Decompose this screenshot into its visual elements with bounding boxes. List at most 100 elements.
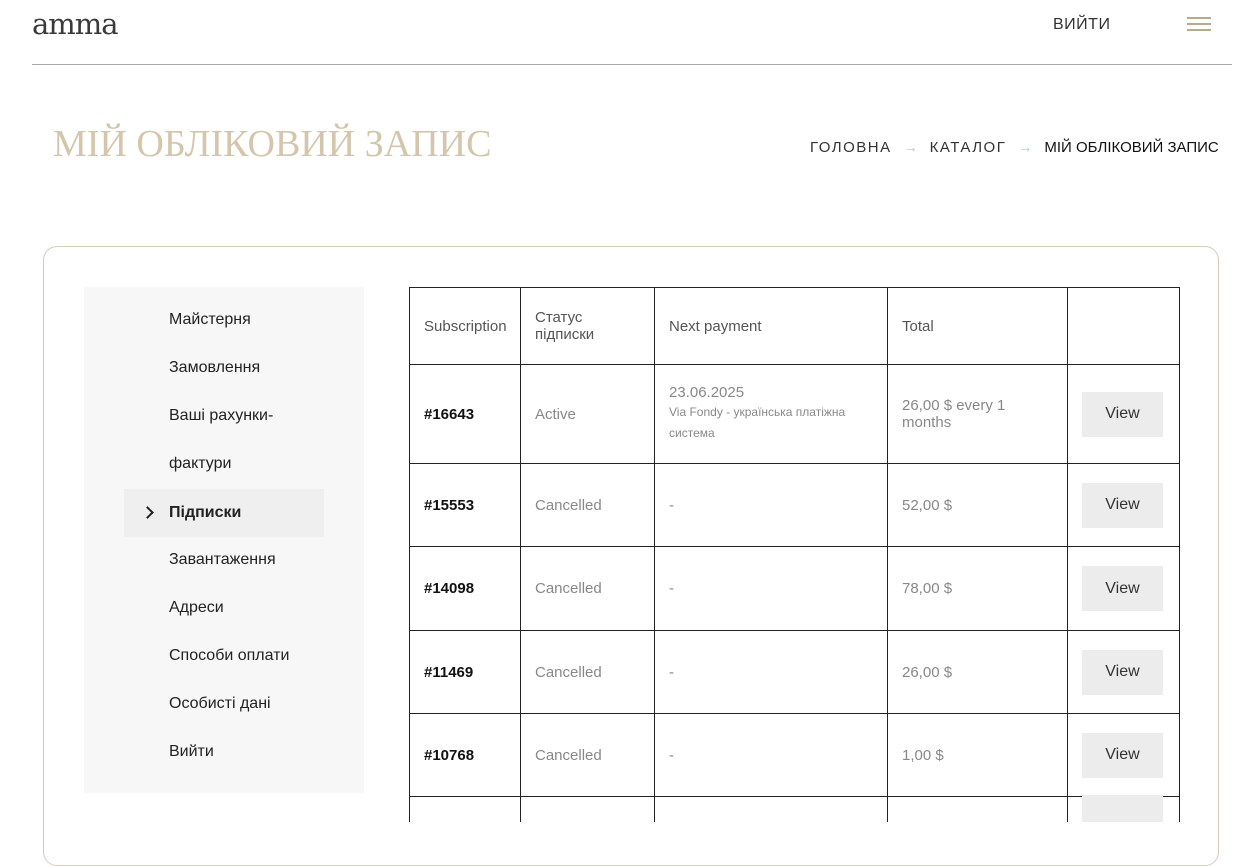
- table-cell-subscription: #11469: [409, 631, 521, 714]
- subscription-total: 26,00 $: [902, 663, 953, 681]
- sidebar-item-label: Ваші рахунки-: [169, 407, 274, 424]
- sidebar-item-label: Майстерня: [169, 311, 251, 328]
- table-header-subscription: Subscription: [409, 287, 521, 365]
- table-header-label: Subscription: [424, 317, 507, 335]
- next-payment-date: -: [669, 663, 674, 681]
- next-payment-date: -: [669, 496, 674, 514]
- subscription-id[interactable]: #10768: [424, 747, 506, 764]
- table-header-next-payment: Next payment: [655, 287, 888, 365]
- subscription-status: Active: [535, 405, 576, 423]
- menu-icon[interactable]: [1187, 16, 1211, 34]
- table-cell-subscription: #14098: [409, 547, 521, 631]
- account-sidebar: Майстерня Замовлення Ваші рахунки- факту…: [84, 287, 364, 793]
- table-cell-next-payment: -: [655, 631, 888, 714]
- view-button[interactable]: View: [1082, 566, 1163, 611]
- subscription-id[interactable]: #15553: [424, 497, 506, 514]
- table-cell-actions: View: [1068, 714, 1180, 797]
- table-cell-next-payment: [655, 797, 888, 822]
- sidebar-item-orders[interactable]: Замовлення: [124, 344, 324, 392]
- table-cell-total: 1,00 $: [888, 714, 1068, 797]
- site-header: amma ВИЙТИ: [0, 0, 1259, 66]
- sidebar-item-payment-methods[interactable]: Способи оплати: [124, 632, 324, 680]
- subscription-id[interactable]: #14098: [424, 580, 506, 597]
- subscription-status: Cancelled: [535, 580, 602, 597]
- table-cell-status: Active: [521, 365, 655, 464]
- sidebar-item-addresses[interactable]: Адреси: [124, 584, 324, 632]
- sidebar-item-label: Завантаження: [169, 551, 276, 568]
- breadcrumb-current: МІЙ ОБЛІКОВИЙ ЗАПИС: [1044, 138, 1219, 156]
- table-header-status: Статус підписки: [521, 287, 655, 365]
- sidebar-item-label: Вийти: [169, 743, 214, 760]
- view-button[interactable]: View: [1082, 391, 1163, 437]
- table-cell-total: [888, 797, 1068, 822]
- table-cell-subscription: #16643: [409, 365, 521, 464]
- breadcrumb-home[interactable]: ГОЛОВНА: [810, 139, 892, 156]
- subscription-total: 1,00 $: [902, 746, 944, 764]
- table-cell-actions: [1068, 795, 1180, 822]
- table-cell-total: 78,00 $: [888, 547, 1068, 631]
- sidebar-item-label: Способи оплати: [169, 647, 290, 664]
- sidebar-item-subscriptions[interactable]: Підписки: [124, 489, 324, 537]
- page-title: МІЙ ОБЛІКОВИЙ ЗАПИС: [53, 123, 492, 165]
- subscriptions-table: Subscription Статус підписки Next payment T…: [409, 287, 1180, 822]
- subscription-status: Cancelled: [535, 496, 602, 514]
- sidebar-item-label: Особисті дані: [169, 695, 271, 712]
- sidebar-item-invoices-cont[interactable]: фактури: [124, 440, 324, 488]
- table-cell-subscription: #15553: [409, 464, 521, 547]
- subscription-total: 26,00 $ every 1 months: [902, 397, 1006, 431]
- table-cell-next-payment: -: [655, 547, 888, 631]
- sidebar-item-label: Підписки: [169, 504, 242, 521]
- table-cell-actions: View: [1068, 547, 1180, 631]
- sidebar-item-logout[interactable]: Вийти: [124, 728, 324, 776]
- table-cell-actions: View: [1068, 631, 1180, 714]
- sidebar-item-invoices[interactable]: Ваші рахунки-: [124, 392, 324, 440]
- table-cell-next-payment: -: [655, 714, 888, 797]
- table-cell-total: 26,00 $ every 1 months: [888, 365, 1068, 464]
- view-button[interactable]: View: [1082, 482, 1163, 528]
- site-logo[interactable]: amma: [32, 4, 119, 44]
- chevron-right-icon: [141, 506, 154, 519]
- breadcrumb-catalog[interactable]: КАТАЛОГ: [930, 139, 1007, 156]
- table-cell-total: 26,00 $: [888, 631, 1068, 714]
- next-payment-date: 23.06.2025: [669, 384, 745, 401]
- next-payment-date: -: [669, 580, 674, 597]
- arrow-right-icon: →: [1018, 139, 1033, 155]
- view-button[interactable]: View: [1082, 649, 1163, 695]
- header-divider: [32, 64, 1232, 65]
- subscription-status: Cancelled: [535, 663, 602, 681]
- next-payment-date: -: [669, 746, 674, 764]
- table-cell-next-payment: -: [655, 464, 888, 547]
- table-cell-status: Cancelled: [521, 714, 655, 797]
- sidebar-item-personal-data[interactable]: Особисті дані: [124, 680, 324, 728]
- table-header-label: Total: [902, 317, 934, 335]
- table-cell-status: Cancelled: [521, 547, 655, 631]
- subscription-id[interactable]: #16643: [424, 406, 506, 423]
- table-cell-actions: View: [1068, 464, 1180, 547]
- table-header-actions: [1068, 287, 1180, 365]
- table-cell-next-payment: 23.06.2025 Via Fondy - українська платіжн…: [655, 365, 888, 464]
- sidebar-item-downloads[interactable]: Завантаження: [124, 536, 324, 584]
- table-cell-subscription: [409, 797, 521, 822]
- table-header-total: Total: [888, 287, 1068, 365]
- table-cell-total: 52,00 $: [888, 464, 1068, 547]
- header-logout-link[interactable]: ВИЙТИ: [1053, 14, 1110, 36]
- table-cell-status: [521, 797, 655, 822]
- table-cell-subscription: #10768: [409, 714, 521, 797]
- table-header-label: Статус підписки: [535, 309, 595, 343]
- payment-method-note: Via Fondy - українська платіжна система: [669, 405, 846, 440]
- view-button[interactable]: [1082, 795, 1163, 822]
- subscription-id[interactable]: #11469: [424, 664, 506, 681]
- subscription-total: 78,00 $: [902, 580, 953, 597]
- table-cell-actions: View: [1068, 365, 1180, 464]
- table-cell-status: Cancelled: [521, 631, 655, 714]
- subscription-status: Cancelled: [535, 746, 602, 764]
- breadcrumb: ГОЛОВНА → КАТАЛОГ → МІЙ ОБЛІКОВИЙ ЗАПИС: [810, 135, 1219, 159]
- view-button[interactable]: View: [1082, 732, 1163, 778]
- sidebar-item-workshop[interactable]: Майстерня: [124, 296, 324, 344]
- sidebar-item-label: Замовлення: [169, 359, 261, 376]
- table-header-label: Next payment: [669, 317, 762, 335]
- sidebar-item-label: Адреси: [169, 599, 224, 616]
- table-cell-status: Cancelled: [521, 464, 655, 547]
- arrow-right-icon: →: [903, 139, 918, 155]
- sidebar-item-label: фактури: [169, 455, 232, 472]
